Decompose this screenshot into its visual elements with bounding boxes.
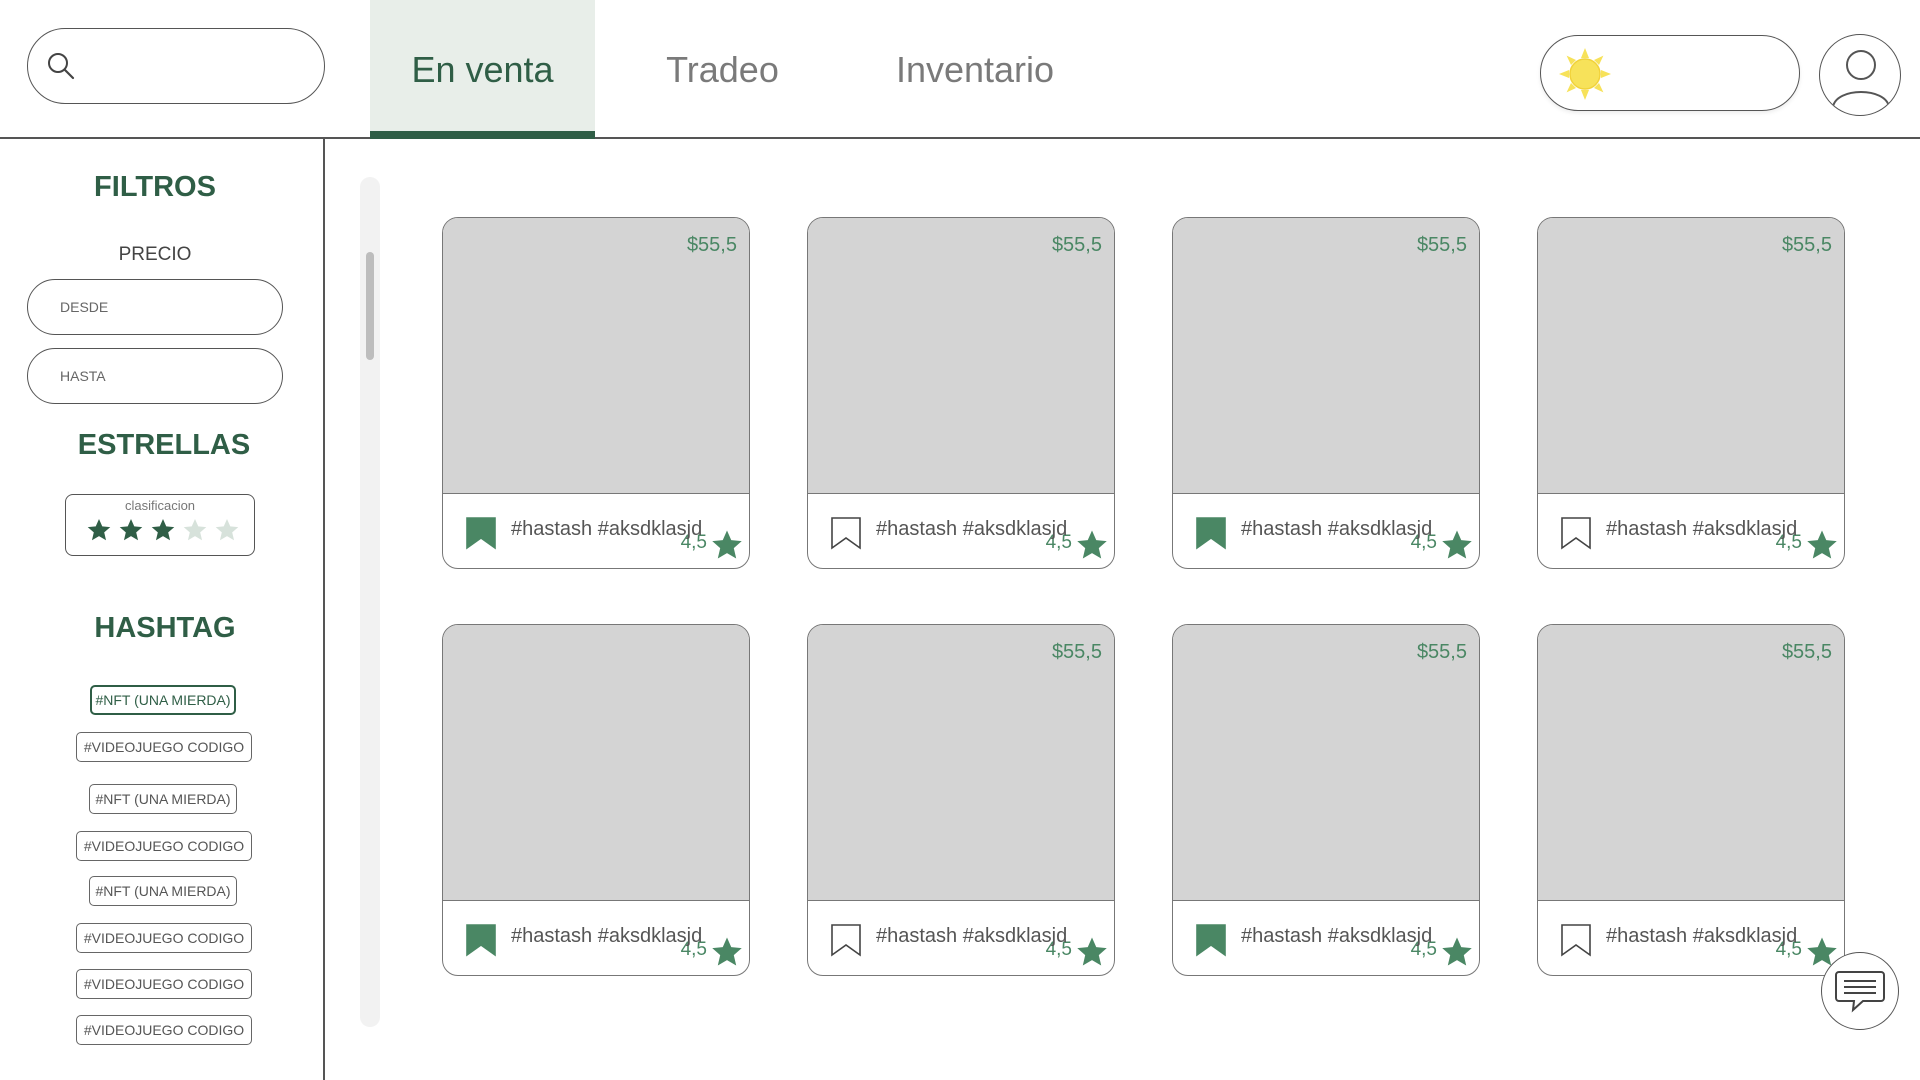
bookmark-icon[interactable]	[830, 516, 862, 550]
product-footer: #hastash #aksdklasjd	[1173, 901, 1479, 975]
sun-icon	[1559, 48, 1611, 100]
product-tags: #hastash #aksdklasjd	[1241, 925, 1433, 947]
hashtag-chip[interactable]: #VIDEOJUEGO CODIGO	[76, 1015, 252, 1045]
star-empty-icon[interactable]	[214, 517, 240, 543]
product-image[interactable]	[443, 218, 749, 494]
bookmark-icon[interactable]	[1560, 923, 1592, 957]
product-image[interactable]	[1538, 625, 1844, 901]
product-card[interactable]: $55,5 4,5 #hastash #aksdklasjd	[1172, 217, 1480, 569]
hashtag-chip[interactable]: #VIDEOJUEGO CODIGO	[76, 732, 252, 762]
star-filled-icon[interactable]	[150, 517, 176, 543]
product-image[interactable]	[808, 218, 1114, 494]
price-from-input[interactable]	[27, 279, 283, 335]
product-card[interactable]: $55,5 4,5 #hastash #aksdklasjd	[1172, 624, 1480, 976]
tab-inventario[interactable]: Inventario	[870, 0, 1080, 139]
product-footer: #hastash #aksdklasjd	[808, 494, 1114, 568]
hashtag-chip[interactable]: #NFT (UNA MIERDA)	[89, 876, 237, 906]
profile-avatar[interactable]	[1819, 34, 1901, 116]
filters-title: FILTROS	[94, 171, 216, 203]
hashtag-chip[interactable]: #VIDEOJUEGO CODIGO	[76, 923, 252, 953]
product-image[interactable]	[808, 625, 1114, 901]
bookmark-filled-icon[interactable]	[1195, 923, 1227, 957]
product-tags: #hastash #aksdklasjd	[1606, 925, 1798, 947]
search-bar[interactable]	[27, 28, 325, 104]
filters-sidebar: FILTROS PRECIO ESTRELLAS clasificacion H…	[0, 139, 325, 1080]
star-filled-icon[interactable]	[118, 517, 144, 543]
chat-bubble-icon	[1835, 971, 1885, 1013]
hashtag-chip[interactable]: #VIDEOJUEGO CODIGO	[76, 831, 252, 861]
product-footer: #hastash #aksdklasjd	[443, 494, 749, 568]
search-icon	[48, 53, 75, 80]
tab-label: Inventario	[895, 48, 1055, 90]
product-image[interactable]	[1173, 218, 1479, 494]
rating-caption: clasificacion	[124, 498, 196, 513]
product-price: $55,5	[1051, 234, 1102, 256]
product-tags: #hastash #aksdklasjd	[876, 925, 1068, 947]
product-tags: #hastash #aksdklasjd	[511, 925, 703, 947]
star-filled-icon[interactable]	[86, 517, 112, 543]
bookmark-filled-icon[interactable]	[1195, 516, 1227, 550]
tab-tradeo[interactable]: Tradeo	[620, 0, 825, 139]
product-card[interactable]: $55,5 4,5 #hastash #aksdklasjd	[442, 217, 750, 569]
product-price: $55,5	[1781, 641, 1832, 663]
top-header: En venta Tradeo Inventario	[0, 0, 1920, 139]
hashtag-chip[interactable]: #NFT (UNA MIERDA)	[90, 685, 236, 715]
product-tags: #hastash #aksdklasjd	[511, 518, 703, 540]
product-tags: #hastash #aksdklasjd	[1241, 518, 1433, 540]
product-footer: #hastash #aksdklasjd	[1538, 494, 1844, 568]
product-card[interactable]: $55,5 4,5 #hastash #aksdklasjd	[1537, 217, 1845, 569]
product-price: $55,5	[1416, 641, 1467, 663]
tab-label: Tradeo	[666, 48, 779, 90]
rating-stars	[86, 517, 240, 543]
product-image[interactable]	[1173, 625, 1479, 901]
bookmark-filled-icon[interactable]	[465, 923, 497, 957]
theme-toggle[interactable]	[1540, 35, 1800, 111]
price-to-input[interactable]	[27, 348, 283, 404]
product-image[interactable]	[443, 625, 749, 901]
product-price: $55,5	[1051, 641, 1102, 663]
product-tags: #hastash #aksdklasjd	[876, 518, 1068, 540]
star-empty-icon[interactable]	[182, 517, 208, 543]
product-card[interactable]: $55,5 4,5 #hastash #aksdklasjd	[807, 217, 1115, 569]
product-footer: #hastash #aksdklasjd	[443, 901, 749, 975]
product-card[interactable]: $55,5 4,5 #hastash #aksdklasjd	[807, 624, 1115, 976]
tab-en-venta[interactable]: En venta	[370, 0, 595, 139]
scrollbar-thumb[interactable]	[366, 252, 374, 360]
product-footer: #hastash #aksdklasjd	[808, 901, 1114, 975]
hashtag-chip[interactable]: #NFT (UNA MIERDA)	[89, 784, 237, 814]
user-icon	[1832, 50, 1890, 108]
product-footer: #hastash #aksdklasjd	[1173, 494, 1479, 568]
product-image[interactable]	[1538, 218, 1844, 494]
product-card[interactable]: 4,5 #hastash #aksdklasjd	[442, 624, 750, 976]
tab-label: En venta	[411, 48, 554, 90]
product-price: $55,5	[1416, 234, 1467, 256]
product-price: $55,5	[686, 234, 737, 256]
hashtag-title: HASHTAG	[94, 612, 236, 644]
search-input[interactable]	[90, 47, 310, 85]
product-tags: #hastash #aksdklasjd	[1606, 518, 1798, 540]
hashtag-chip[interactable]: #VIDEOJUEGO CODIGO	[76, 969, 252, 999]
price-label: PRECIO	[118, 244, 192, 265]
chat-button[interactable]	[1821, 952, 1899, 1030]
bookmark-filled-icon[interactable]	[465, 516, 497, 550]
product-footer: #hastash #aksdklasjd	[1538, 901, 1844, 975]
product-price: $55,5	[1781, 234, 1832, 256]
bookmark-icon[interactable]	[1560, 516, 1592, 550]
product-card[interactable]: $55,5 4,5 #hastash #aksdklasjd	[1537, 624, 1845, 976]
bookmark-icon[interactable]	[830, 923, 862, 957]
stars-title: ESTRELLAS	[77, 429, 251, 461]
rating-filter: clasificacion	[65, 494, 255, 556]
